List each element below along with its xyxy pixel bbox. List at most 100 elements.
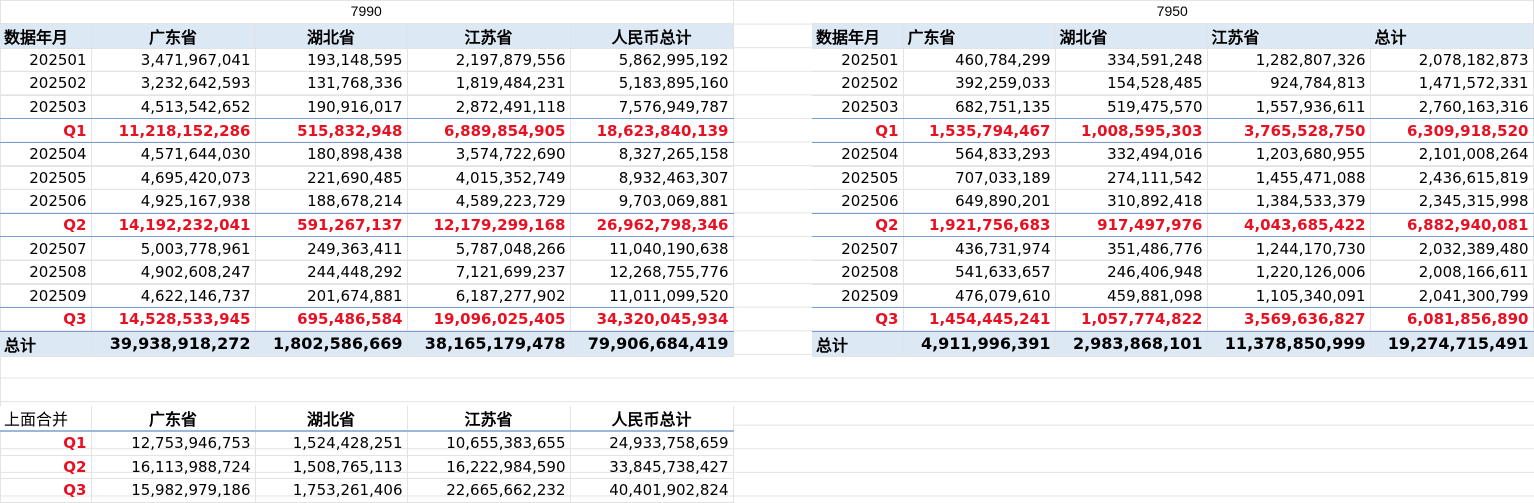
- row-label[interactable]: Q3: [812, 307, 904, 332]
- data-cell[interactable]: 33,845,738,427: [570, 455, 734, 480]
- data-cell[interactable]: 459,881,098: [1055, 284, 1208, 309]
- data-cell[interactable]: 7,576,949,787: [570, 95, 734, 120]
- header-cell[interactable]: 广东省: [91, 23, 256, 49]
- row-label[interactable]: Q1: [0, 431, 92, 456]
- row-label[interactable]: Q1: [0, 118, 92, 143]
- total-label[interactable]: 总计: [0, 331, 92, 357]
- row-label[interactable]: 202508: [0, 260, 92, 285]
- data-cell[interactable]: 6,889,854,905: [407, 118, 571, 143]
- header-cell[interactable]: 数据年月: [0, 23, 92, 49]
- data-cell[interactable]: 9,703,069,881: [570, 189, 734, 214]
- data-cell[interactable]: 131,768,336: [255, 71, 408, 96]
- row-label[interactable]: 202503: [812, 95, 904, 120]
- header-cell[interactable]: 总计: [1370, 23, 1534, 49]
- data-cell[interactable]: 1,008,595,303: [1055, 118, 1208, 143]
- data-cell[interactable]: 1,557,936,611: [1207, 95, 1371, 120]
- total-cell[interactable]: 19,274,715,491: [1370, 331, 1534, 357]
- data-cell[interactable]: 3,232,642,593: [91, 71, 256, 96]
- data-cell[interactable]: 246,406,948: [1055, 260, 1208, 285]
- data-cell[interactable]: 1,508,765,113: [255, 455, 408, 480]
- data-cell[interactable]: 244,448,292: [255, 260, 408, 285]
- data-cell[interactable]: 154,528,485: [1055, 71, 1208, 96]
- row-label[interactable]: 202506: [0, 189, 92, 214]
- data-cell[interactable]: 14,528,533,945: [91, 307, 256, 332]
- data-cell[interactable]: 1,220,126,006: [1207, 260, 1371, 285]
- data-cell[interactable]: 2,008,166,611: [1370, 260, 1534, 285]
- total-cell[interactable]: 79,906,684,419: [570, 331, 734, 357]
- data-cell[interactable]: 4,513,542,652: [91, 95, 256, 120]
- data-cell[interactable]: 12,268,755,776: [570, 260, 734, 285]
- data-cell[interactable]: 310,892,418: [1055, 189, 1208, 214]
- data-cell[interactable]: 8,327,265,158: [570, 142, 734, 167]
- data-cell[interactable]: 16,222,984,590: [407, 455, 571, 480]
- header-cell[interactable]: 湖北省: [1055, 23, 1208, 49]
- row-label[interactable]: 202509: [812, 284, 904, 309]
- data-cell[interactable]: 24,933,758,659: [570, 431, 734, 456]
- data-cell[interactable]: 188,678,214: [255, 189, 408, 214]
- data-cell[interactable]: 34,320,045,934: [570, 307, 734, 332]
- data-cell[interactable]: 4,589,223,729: [407, 189, 571, 214]
- data-cell[interactable]: 2,345,315,998: [1370, 189, 1534, 214]
- total-cell[interactable]: 38,165,179,478: [407, 331, 571, 357]
- data-cell[interactable]: 15,982,979,186: [91, 478, 256, 503]
- header-cell[interactable]: 江苏省: [407, 406, 571, 432]
- data-cell[interactable]: 2,101,008,264: [1370, 142, 1534, 167]
- header-cell[interactable]: 湖北省: [255, 23, 408, 49]
- total-cell[interactable]: 11,378,850,999: [1207, 331, 1371, 357]
- data-cell[interactable]: 4,695,420,073: [91, 166, 256, 191]
- row-label[interactable]: 202507: [812, 236, 904, 261]
- header-cell[interactable]: 广东省: [91, 406, 256, 432]
- data-cell[interactable]: 1,244,170,730: [1207, 236, 1371, 261]
- data-cell[interactable]: 707,033,189: [903, 166, 1056, 191]
- data-cell[interactable]: 11,040,190,638: [570, 236, 734, 261]
- header-cell[interactable]: 人民币总计: [570, 23, 734, 49]
- row-label[interactable]: 202502: [0, 71, 92, 96]
- data-cell[interactable]: 392,259,033: [903, 71, 1056, 96]
- row-label[interactable]: 202504: [812, 142, 904, 167]
- row-label[interactable]: Q3: [0, 307, 92, 332]
- row-label[interactable]: 202505: [812, 166, 904, 191]
- row-label[interactable]: Q2: [0, 213, 92, 238]
- data-cell[interactable]: 682,751,135: [903, 95, 1056, 120]
- data-cell[interactable]: 1,471,572,331: [1370, 71, 1534, 96]
- data-cell[interactable]: 4,015,352,749: [407, 166, 571, 191]
- data-cell[interactable]: 1,454,445,241: [903, 307, 1056, 332]
- data-cell[interactable]: 4,925,167,938: [91, 189, 256, 214]
- total-cell[interactable]: 39,938,918,272: [91, 331, 256, 357]
- header-cell[interactable]: 广东省: [903, 23, 1056, 49]
- header-cell[interactable]: 人民币总计: [570, 406, 734, 432]
- row-label[interactable]: Q2: [0, 455, 92, 480]
- row-label[interactable]: 202504: [0, 142, 92, 167]
- data-cell[interactable]: 1,105,340,091: [1207, 284, 1371, 309]
- data-cell[interactable]: 18,623,840,139: [570, 118, 734, 143]
- data-cell[interactable]: 334,591,248: [1055, 48, 1208, 73]
- data-cell[interactable]: 249,363,411: [255, 236, 408, 261]
- data-cell[interactable]: 201,674,881: [255, 284, 408, 309]
- data-cell[interactable]: 12,753,946,753: [91, 431, 256, 456]
- data-cell[interactable]: 4,571,644,030: [91, 142, 256, 167]
- data-cell[interactable]: 2,032,389,480: [1370, 236, 1534, 261]
- table-title[interactable]: 7990: [0, 0, 734, 24]
- data-cell[interactable]: 1,524,428,251: [255, 431, 408, 456]
- total-label[interactable]: 总计: [812, 331, 904, 357]
- data-cell[interactable]: 1,282,807,326: [1207, 48, 1371, 73]
- data-cell[interactable]: 591,267,137: [255, 213, 408, 238]
- data-cell[interactable]: 519,475,570: [1055, 95, 1208, 120]
- data-cell[interactable]: 1,535,794,467: [903, 118, 1056, 143]
- data-cell[interactable]: 1,753,261,406: [255, 478, 408, 503]
- data-cell[interactable]: 274,111,542: [1055, 166, 1208, 191]
- data-cell[interactable]: 6,882,940,081: [1370, 213, 1534, 238]
- row-label[interactable]: 202508: [812, 260, 904, 285]
- data-cell[interactable]: 1,057,774,822: [1055, 307, 1208, 332]
- data-cell[interactable]: 436,731,974: [903, 236, 1056, 261]
- data-cell[interactable]: 6,309,918,520: [1370, 118, 1534, 143]
- data-cell[interactable]: 6,187,277,902: [407, 284, 571, 309]
- data-cell[interactable]: 6,081,856,890: [1370, 307, 1534, 332]
- data-cell[interactable]: 3,765,528,750: [1207, 118, 1371, 143]
- data-cell[interactable]: 11,011,099,520: [570, 284, 734, 309]
- row-label[interactable]: 202506: [812, 189, 904, 214]
- data-cell[interactable]: 3,471,967,041: [91, 48, 256, 73]
- data-cell[interactable]: 180,898,438: [255, 142, 408, 167]
- data-cell[interactable]: 193,148,595: [255, 48, 408, 73]
- data-cell[interactable]: 1,921,756,683: [903, 213, 1056, 238]
